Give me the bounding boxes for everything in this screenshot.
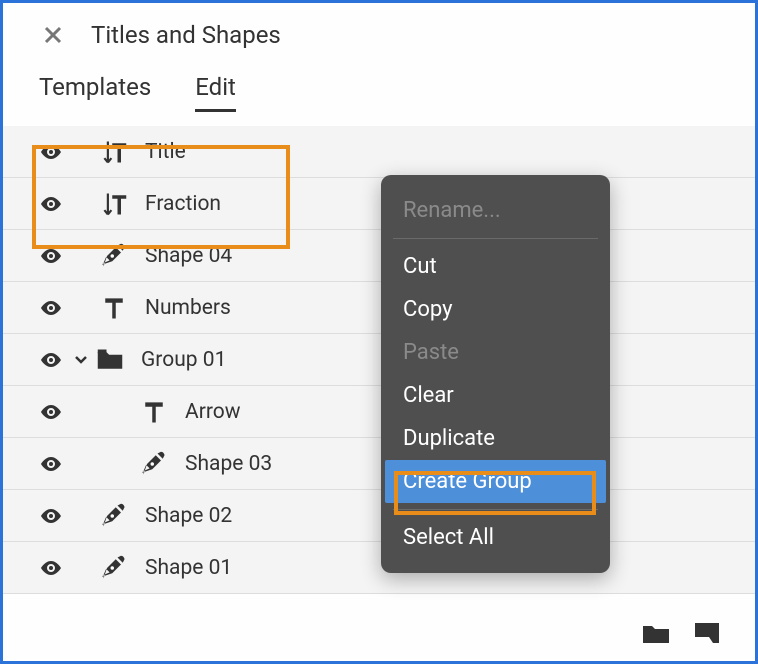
layer-row[interactable]: Shape 01 [3,542,755,594]
chevron-down-icon[interactable] [71,352,91,368]
layer-list: Title Fraction Shape 04 Numbers Group 01 Arro… [3,126,755,594]
layer-label: Shape 03 [185,452,272,476]
visibility-eye-icon[interactable] [39,140,71,164]
close-icon[interactable] [39,21,67,49]
text-icon [135,398,173,426]
layer-label: Fraction [145,192,221,216]
menu-item-duplicate[interactable]: Duplicate [381,417,610,460]
visibility-eye-icon[interactable] [39,556,71,580]
menu-item-create-group[interactable]: Create Group [385,460,606,503]
pen-icon [95,242,133,270]
new-item-icon[interactable] [695,623,719,647]
menu-item-clear[interactable]: Clear [381,374,610,417]
pen-icon [135,450,173,478]
layer-label: Numbers [145,296,231,320]
visibility-eye-icon[interactable] [39,296,71,320]
pen-icon [95,554,133,582]
layer-label: Shape 01 [145,556,232,580]
roll-text-icon [95,190,133,218]
layer-row[interactable]: Fraction [3,178,755,230]
visibility-eye-icon[interactable] [39,244,71,268]
layer-label: Group 01 [141,348,226,372]
tab-bar: Templates Edit [3,59,755,112]
tab-templates[interactable]: Templates [39,73,151,112]
visibility-eye-icon[interactable] [39,400,71,424]
roll-text-icon [95,138,133,166]
layer-label: Shape 04 [145,244,232,268]
text-icon [95,294,133,322]
visibility-eye-icon[interactable] [39,192,71,216]
layer-row[interactable]: Arrow [3,386,755,438]
layer-row[interactable]: Shape 04 [3,230,755,282]
layer-label: Title [145,140,186,164]
layer-row[interactable]: Shape 03 [3,438,755,490]
titles-and-shapes-panel: Titles and Shapes Templates Edit Title Fr… [0,0,758,664]
new-folder-icon[interactable] [643,623,669,647]
tab-edit[interactable]: Edit [195,73,236,112]
context-menu: Rename... CutCopyPasteClearDuplicateCreat… [381,175,610,573]
panel-title: Titles and Shapes [91,21,281,49]
menu-divider [393,238,598,239]
layer-row[interactable]: Title [3,126,755,178]
footer-icons [643,623,719,647]
visibility-eye-icon[interactable] [39,504,71,528]
visibility-eye-icon[interactable] [39,452,71,476]
layer-row[interactable]: Group 01 [3,334,755,386]
menu-item-select-all[interactable]: Select All [381,516,610,559]
menu-item-copy[interactable]: Copy [381,288,610,331]
menu-item-rename: Rename... [381,189,610,232]
menu-item-paste: Paste [381,331,610,374]
layer-label: Shape 02 [145,504,232,528]
layer-label: Arrow [185,400,240,424]
layer-row[interactable]: Numbers [3,282,755,334]
menu-divider [393,509,598,510]
folder-icon [91,346,129,374]
layer-row[interactable]: Shape 02 [3,490,755,542]
menu-item-cut[interactable]: Cut [381,245,610,288]
pen-icon [95,502,133,530]
panel-header: Titles and Shapes [3,3,755,59]
visibility-eye-icon[interactable] [39,348,71,372]
